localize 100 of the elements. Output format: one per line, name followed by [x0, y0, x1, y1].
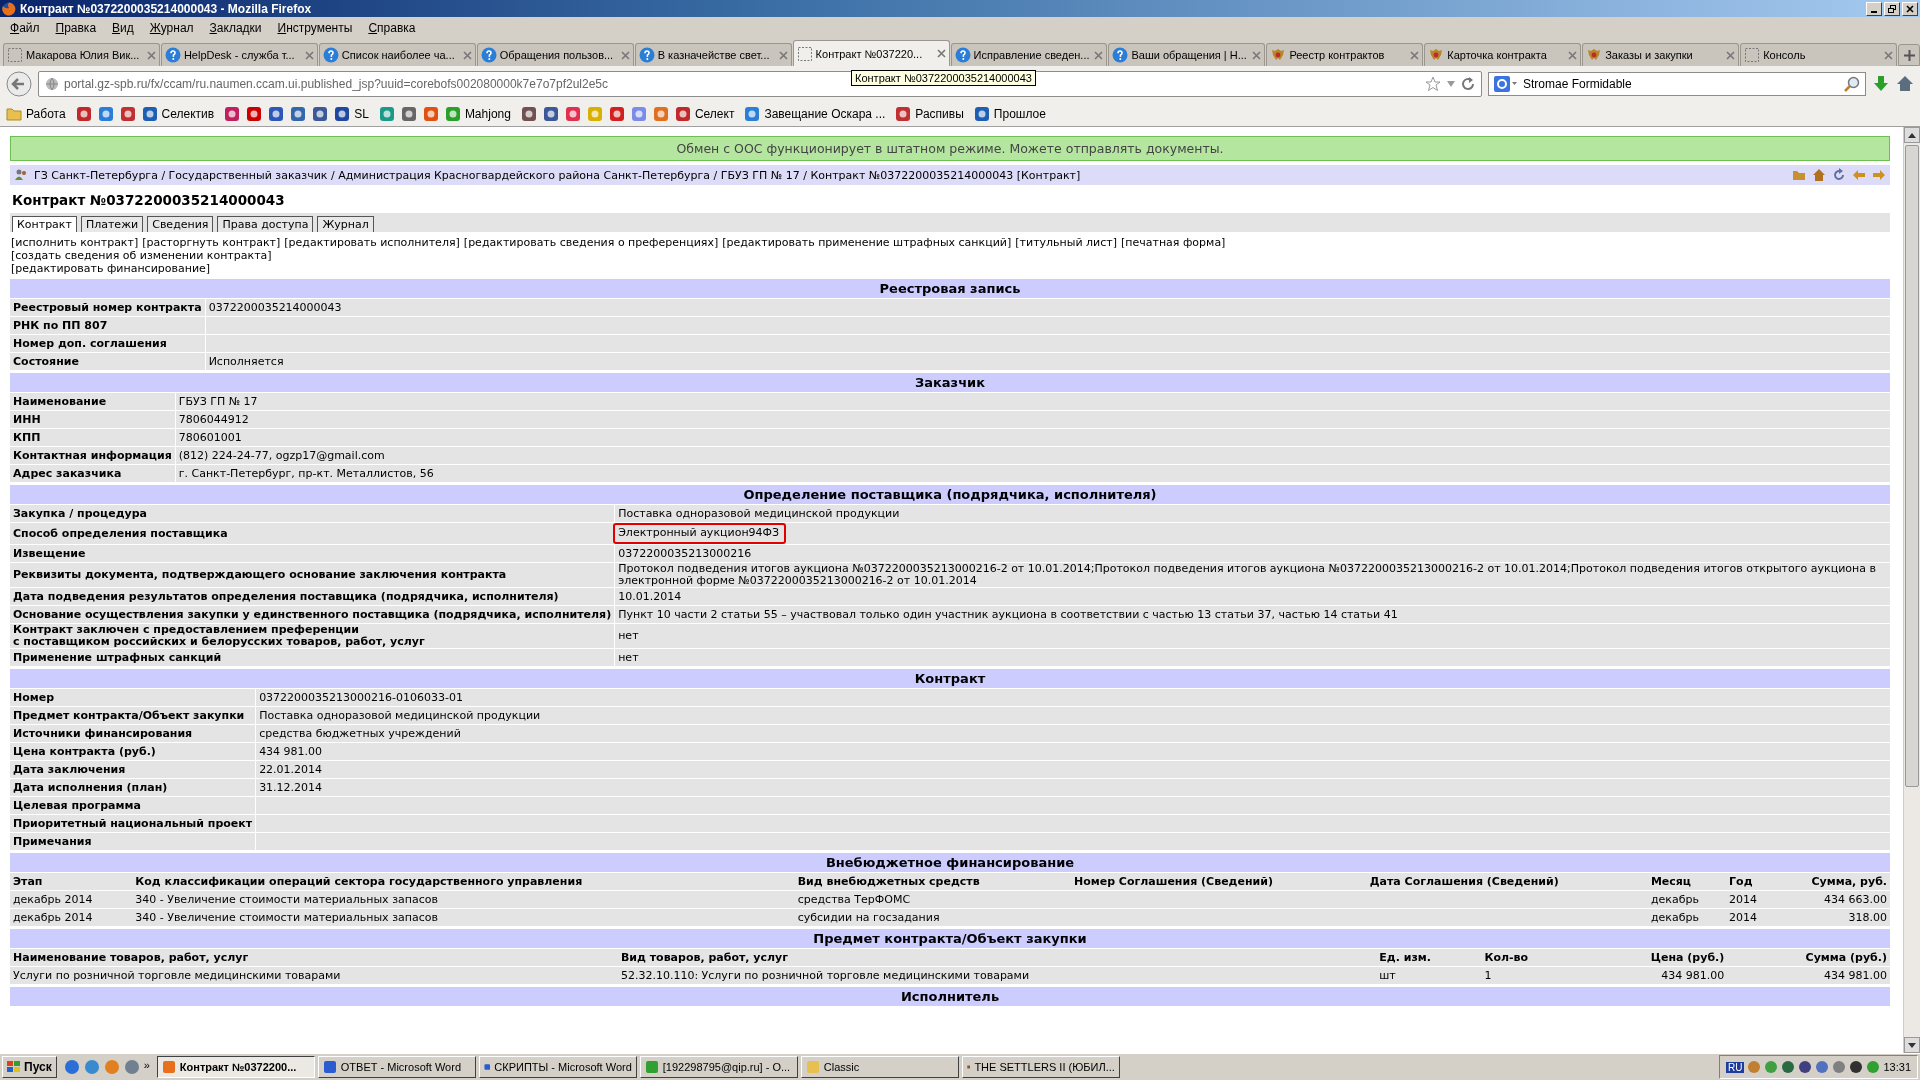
- home-icon[interactable]: [1812, 168, 1826, 182]
- action-link[interactable]: [титульный лист]: [1015, 236, 1117, 249]
- tray-icon[interactable]: [1849, 1060, 1864, 1074]
- more-button[interactable]: »: [143, 1059, 150, 1075]
- forward-arrow-icon[interactable]: [1872, 168, 1886, 182]
- browser-tab[interactable]: Консоль: [1740, 43, 1898, 66]
- bookmark-icon[interactable]: [224, 106, 241, 122]
- action-link[interactable]: [исполнить контракт]: [11, 236, 139, 249]
- folder-icon[interactable]: [1792, 168, 1806, 182]
- minimize-button[interactable]: [1866, 1, 1882, 16]
- browser-tab[interactable]: HelpDesk - служба т...: [160, 43, 318, 66]
- search-icon[interactable]: [1844, 76, 1860, 92]
- close-icon[interactable]: [1252, 50, 1262, 60]
- close-icon[interactable]: [936, 49, 946, 58]
- menu-item[interactable]: Справка: [360, 19, 424, 36]
- bookmark-icon[interactable]: [119, 106, 136, 122]
- taskbar-button[interactable]: Classic: [800, 1056, 959, 1078]
- bookmark-link[interactable]: Прошлое: [973, 106, 1046, 122]
- back-arrow-icon[interactable]: [1852, 168, 1866, 182]
- bookmark-link[interactable]: Mahjong: [444, 106, 511, 122]
- action-link[interactable]: [редактировать финансирование]: [11, 262, 211, 275]
- quick-launch-icon[interactable]: [103, 1059, 120, 1075]
- taskbar-button[interactable]: СКРИПТЫ - Microsoft Word: [478, 1056, 637, 1078]
- bookmark-icon[interactable]: [520, 106, 537, 122]
- breadcrumb[interactable]: ГЗ Санкт-Петербурга / Государственный заказчик / Администрация Красногвардейского района Санкт-Петербурга / ГБУЗ ГП № 17 / Контракт №0372200035214000043 [Контракт]: [34, 168, 1786, 182]
- page-tab[interactable]: Контракт: [12, 216, 77, 232]
- browser-tab[interactable]: Список наиболее ча...: [318, 43, 476, 66]
- bookmark-icon[interactable]: [290, 106, 307, 122]
- page-tab[interactable]: Журнал: [317, 216, 374, 232]
- action-link[interactable]: [редактировать применение штрафных санкций]: [722, 236, 1012, 249]
- page-tab[interactable]: Сведения: [147, 216, 214, 232]
- scrollbar[interactable]: [1903, 127, 1920, 1053]
- close-button[interactable]: [1902, 1, 1918, 16]
- bookmark-link[interactable]: Селектив: [141, 106, 215, 122]
- start-button[interactable]: Пуск: [2, 1056, 57, 1078]
- bookmark-icon[interactable]: [378, 106, 395, 122]
- bookmark-link[interactable]: Распивы: [895, 106, 964, 122]
- action-link[interactable]: [создать сведения об изменении контракта]: [11, 249, 272, 262]
- browser-tab[interactable]: Ваши обращения | Н...: [1108, 43, 1266, 66]
- close-icon[interactable]: [1726, 50, 1736, 60]
- reload-icon[interactable]: [1461, 77, 1475, 91]
- dropdown-icon[interactable]: [1446, 80, 1456, 88]
- bookmark-icon[interactable]: [422, 106, 439, 122]
- taskbar-button[interactable]: ОТВЕТ - Microsoft Word: [317, 1056, 476, 1078]
- page-tab[interactable]: Права доступа: [217, 216, 314, 232]
- bookmark-icon[interactable]: [246, 106, 263, 122]
- close-icon[interactable]: [1884, 50, 1894, 60]
- bookmark-link[interactable]: Селект: [674, 106, 735, 122]
- bookmark-icon[interactable]: [630, 106, 647, 122]
- action-link[interactable]: [редактировать сведения о преференциях]: [463, 236, 719, 249]
- action-link[interactable]: [печатная форма]: [1121, 236, 1226, 249]
- bookmark-link[interactable]: SL: [334, 106, 369, 122]
- menu-item[interactable]: Правка: [47, 19, 105, 36]
- taskbar-button[interactable]: Контракт №0372200...: [156, 1056, 315, 1078]
- bookmark-icon[interactable]: [400, 106, 417, 122]
- browser-tab[interactable]: Реестр контрактов: [1266, 43, 1424, 66]
- quick-launch-icon[interactable]: [123, 1059, 140, 1075]
- bookmark-icon[interactable]: [268, 106, 285, 122]
- bookmark-icon[interactable]: [312, 106, 329, 122]
- restore-button[interactable]: [1884, 1, 1900, 16]
- close-icon[interactable]: [1410, 50, 1420, 60]
- scroll-down-button[interactable]: [1904, 1037, 1920, 1053]
- close-icon[interactable]: [1094, 50, 1104, 60]
- browser-tab[interactable]: Исправление сведен...: [950, 43, 1108, 66]
- tray-icon[interactable]: [1798, 1060, 1813, 1074]
- tray-icon[interactable]: [1781, 1060, 1796, 1074]
- browser-tab[interactable]: Обращения пользов...: [476, 43, 634, 66]
- menu-item[interactable]: Файл: [2, 19, 48, 36]
- taskbar-button[interactable]: [192298795@qip.ru] - О...: [639, 1056, 798, 1078]
- menu-item[interactable]: Закладки: [201, 19, 270, 36]
- close-icon[interactable]: [620, 50, 630, 60]
- bookmark-icon[interactable]: [542, 106, 559, 122]
- quick-launch-icon[interactable]: [63, 1059, 80, 1075]
- search-field[interactable]: Stromae Formidable: [1488, 72, 1866, 96]
- taskbar-button[interactable]: THE SETTLERS II (ЮБИЛ...: [961, 1056, 1120, 1078]
- bookmark-icon[interactable]: [97, 106, 114, 122]
- close-icon[interactable]: [146, 50, 156, 60]
- browser-tab[interactable]: Макарова Юлия Вик...: [3, 43, 160, 66]
- browser-tab[interactable]: Карточка контракта: [1424, 43, 1582, 66]
- close-icon[interactable]: [1568, 50, 1578, 60]
- close-icon[interactable]: [462, 50, 472, 60]
- bookmark-icon[interactable]: [75, 106, 92, 122]
- menu-item[interactable]: Инструменты: [269, 19, 361, 36]
- browser-tab[interactable]: Заказы и закупки: [1582, 43, 1740, 66]
- bookmark-icon[interactable]: [608, 106, 625, 122]
- action-link[interactable]: [расторгнуть контракт]: [142, 236, 281, 249]
- bookmark-link[interactable]: Работа: [6, 107, 66, 121]
- page-tab[interactable]: Платежи: [80, 216, 144, 232]
- bookmark-icon[interactable]: [564, 106, 581, 122]
- search-engine-icon[interactable]: [1494, 76, 1518, 92]
- language-indicator[interactable]: RU: [1726, 1061, 1745, 1073]
- quick-launch-icon[interactable]: [83, 1059, 100, 1075]
- menu-item[interactable]: Журнал: [141, 19, 202, 36]
- bookmark-link[interactable]: Завещание Оскара ...: [744, 106, 886, 122]
- browser-tab[interactable]: В казначействе свет...: [634, 43, 792, 66]
- scroll-up-button[interactable]: [1904, 127, 1920, 143]
- star-icon[interactable]: [1425, 76, 1441, 92]
- new-tab-button[interactable]: [1898, 44, 1920, 66]
- back-button[interactable]: [6, 71, 32, 97]
- bookmark-icon[interactable]: [652, 106, 669, 122]
